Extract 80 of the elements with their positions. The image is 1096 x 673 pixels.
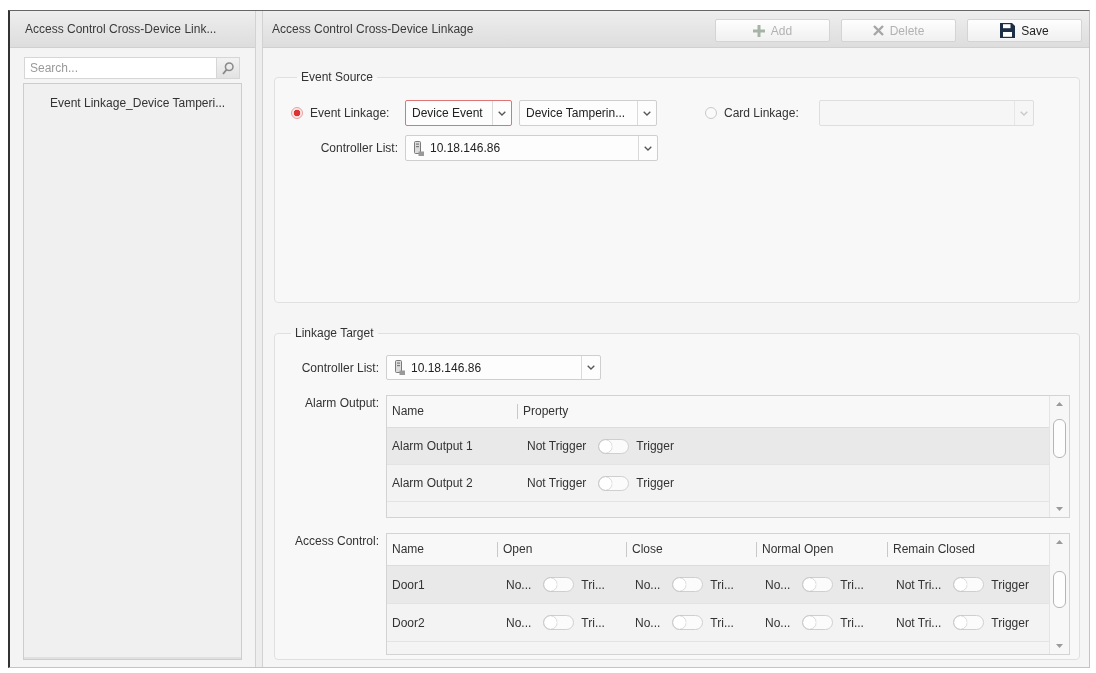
- toggle-label: Not Tri...: [896, 615, 942, 630]
- table-cell: Alarm Output 2: [392, 476, 473, 490]
- toggle-label: Not Tri...: [896, 577, 942, 592]
- toggle-label: Not Trigger: [527, 476, 587, 490]
- field-label: Controller List:: [320, 141, 398, 155]
- scroll-up-icon[interactable]: [1056, 402, 1063, 406]
- toggle-label: Trigger: [636, 439, 674, 453]
- field-label: Alarm Output:: [304, 396, 379, 410]
- group-title: Event Source: [300, 70, 375, 84]
- dropdown-field[interactable]: Device Event: [405, 100, 512, 126]
- toggle-label: No...: [765, 577, 791, 592]
- toggle-label: No...: [635, 615, 661, 630]
- column-header: Remain Closed: [893, 542, 976, 556]
- toggle-label: No...: [506, 615, 532, 630]
- toggle-label: Trigger: [991, 577, 1029, 592]
- toggle-label: Tri...: [840, 577, 864, 592]
- table-cell: Door1: [392, 577, 425, 592]
- column-header: Open: [503, 542, 533, 556]
- column-header: Close: [632, 542, 663, 556]
- toggle-label: No...: [635, 577, 661, 592]
- search-button[interactable]: [216, 57, 240, 79]
- column-header: Name: [392, 404, 424, 418]
- group-title: Linkage Target: [294, 326, 375, 340]
- toggle-label: Trigger: [636, 476, 674, 490]
- tree-item[interactable]: Event Linkage_Device Tamperi...: [24, 95, 241, 111]
- column-header: Normal Open: [762, 542, 834, 556]
- scrollbar-thumb[interactable]: [1053, 419, 1066, 458]
- toggle-switch[interactable]: [953, 577, 985, 592]
- field-label: Card Linkage:: [724, 106, 799, 120]
- save-button[interactable]: Save: [967, 19, 1082, 42]
- toggle-switch[interactable]: [802, 615, 834, 630]
- toggle-switch[interactable]: [598, 475, 630, 491]
- field-label: Access Control:: [294, 534, 379, 548]
- table-cell: Alarm Output 1: [392, 439, 473, 453]
- scrollbar[interactable]: [1049, 396, 1069, 517]
- toggle-label: No...: [765, 615, 791, 630]
- radio-button[interactable]: [705, 107, 717, 119]
- chevron-down-icon: [643, 110, 651, 116]
- table-cell: Door2: [392, 615, 425, 630]
- scroll-up-icon[interactable]: [1056, 540, 1063, 544]
- chevron-down-icon: [587, 365, 595, 370]
- panel-title: Access Control Cross-Device Link...: [25, 22, 217, 36]
- toggle-label: Tri...: [581, 577, 605, 592]
- column-header: Property: [523, 404, 569, 418]
- panel-title: Access Control Cross-Device Linkage: [272, 22, 474, 36]
- field-label: Controller List:: [301, 360, 379, 375]
- search-field[interactable]: Search...: [24, 57, 216, 79]
- chevron-down-icon: [1020, 110, 1028, 116]
- dropdown-field[interactable]: 10.18.146.86: [386, 355, 601, 380]
- x-icon: [872, 25, 884, 36]
- toggle-switch[interactable]: [672, 615, 704, 630]
- toggle-label: Tri...: [840, 615, 864, 630]
- toggle-switch[interactable]: [543, 615, 575, 630]
- device-icon: [413, 140, 424, 156]
- toggle-switch[interactable]: [543, 577, 575, 592]
- field-label: Event Linkage:: [310, 106, 390, 120]
- toggle-label: Tri...: [710, 577, 734, 592]
- toggle-switch[interactable]: [953, 615, 985, 630]
- radio-button[interactable]: [291, 107, 303, 119]
- dropdown-field[interactable]: 10.18.146.86: [405, 135, 658, 161]
- search-icon: [222, 61, 234, 75]
- dropdown-field[interactable]: Device Tamperin...: [519, 100, 657, 126]
- splitter[interactable]: [255, 11, 263, 667]
- chevron-down-icon: [498, 110, 506, 116]
- scrollbar-thumb[interactable]: [1053, 571, 1066, 608]
- scroll-down-icon[interactable]: [1056, 644, 1063, 648]
- toggle-switch[interactable]: [802, 577, 834, 592]
- plus-icon: [752, 24, 765, 37]
- device-icon: [394, 360, 405, 375]
- toggle-switch[interactable]: [598, 438, 630, 454]
- scroll-down-icon[interactable]: [1056, 507, 1063, 511]
- toggle-label: Tri...: [581, 615, 605, 630]
- toggle-label: No...: [506, 577, 532, 592]
- column-header: Name: [392, 542, 424, 556]
- toggle-switch[interactable]: [672, 577, 704, 592]
- toggle-label: Tri...: [710, 615, 734, 630]
- scrollbar[interactable]: [1049, 534, 1069, 654]
- toggle-label: Trigger: [991, 615, 1029, 630]
- chevron-down-icon: [644, 145, 652, 151]
- toggle-label: Not Trigger: [527, 439, 587, 453]
